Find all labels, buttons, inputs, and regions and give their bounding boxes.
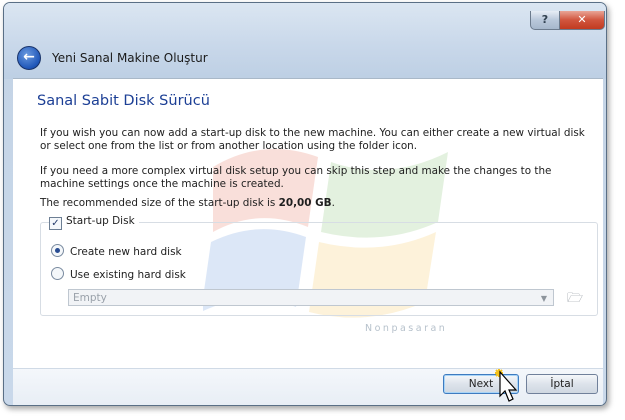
folder-icon[interactable]: 🗁	[565, 289, 585, 307]
radio-selected-icon[interactable]	[51, 244, 64, 257]
advanced-paragraph: If you need a more complex virtual disk …	[40, 165, 552, 190]
dialog-window: ? ✕ ← Yeni Sanal Makine Oluştur Sanal Sa…	[3, 2, 607, 406]
create-new-disk-label: Create new hard disk	[70, 246, 182, 258]
mouse-cursor-icon	[495, 369, 518, 402]
help-button[interactable]: ?	[530, 11, 560, 30]
watermark-credit: Nonpasaran	[365, 323, 448, 334]
radio-use-existing-disk[interactable]: Use existing hard disk	[51, 267, 186, 281]
intro-paragraph: If you wish you can now add a start-up d…	[40, 127, 585, 152]
title-bar: ? ✕ ← Yeni Sanal Makine Oluştur	[4, 3, 606, 79]
recommended-size-suffix: .	[331, 197, 335, 209]
recommended-size-text: The recommended size of the start-up dis…	[40, 197, 595, 210]
section-title: Sanal Sabit Disk Sürücü	[37, 93, 210, 109]
cancel-button[interactable]: İptal	[526, 374, 598, 394]
checkbox-checked-icon[interactable]: ✓	[49, 217, 62, 230]
use-existing-disk-label: Use existing hard disk	[70, 269, 186, 281]
radio-unselected-icon[interactable]	[51, 267, 64, 280]
wizard-page: Sanal Sabit Disk Sürücü If you wish you …	[13, 78, 603, 369]
existing-disk-combobox[interactable]: Empty ▼	[68, 289, 554, 306]
startup-disk-label: Start-up Disk	[66, 215, 135, 227]
close-button[interactable]: ✕	[559, 11, 605, 30]
recommended-size-prefix: The recommended size of the start-up dis…	[40, 197, 279, 209]
window-title: Yeni Sanal Makine Oluştur	[52, 51, 208, 65]
radio-create-new-disk[interactable]: Create new hard disk	[51, 244, 182, 258]
startup-disk-checkbox[interactable]: ✓ Start-up Disk	[49, 215, 139, 230]
combo-value: Empty	[73, 292, 107, 304]
recommended-size-value: 20,00 GB	[278, 197, 332, 209]
back-arrow-icon[interactable]: ←	[17, 46, 41, 70]
startup-disk-group: ✓ Start-up Disk Create new hard disk Use …	[40, 215, 598, 316]
dropdown-arrow-icon[interactable]: ▼	[541, 290, 547, 307]
